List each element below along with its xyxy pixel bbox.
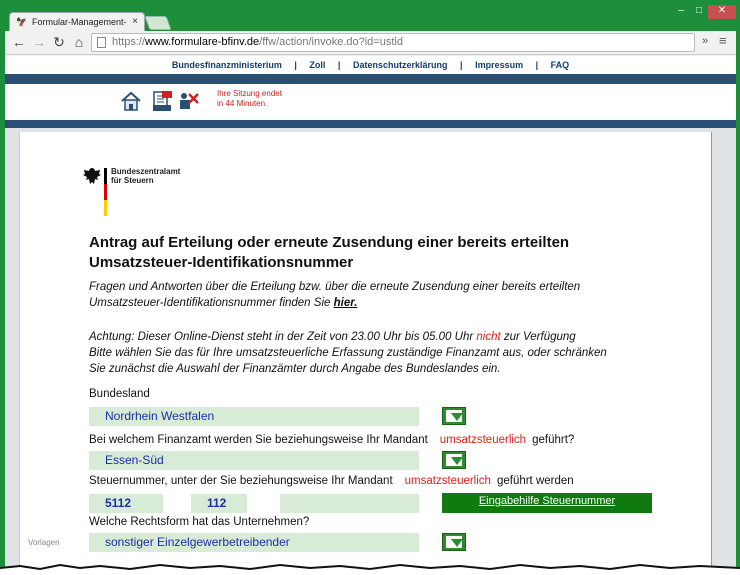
title-line-2: Umsatzsteuer-Identifikationsnummer: [89, 254, 354, 271]
steuernummer-label-after: geführt werden: [496, 475, 574, 487]
nav-separator: |: [535, 60, 539, 70]
steuernummer-label-text: Steuernummer, unter der Sie beziehungswe…: [89, 475, 393, 487]
german-flag-stripe: [104, 168, 107, 216]
overflow-chevron-icon[interactable]: »: [702, 35, 708, 47]
nav-separator: |: [337, 60, 341, 70]
intro-text: Fragen und Antworten über die Erteilung …: [89, 279, 689, 311]
header-band-bottom: [5, 120, 736, 128]
nav-link-zoll[interactable]: Zoll: [309, 60, 325, 70]
notice-after: zur Verfügung: [503, 331, 576, 343]
finanzamt-select[interactable]: Essen-Süd: [89, 451, 419, 470]
new-tab-button[interactable]: [144, 16, 172, 30]
notice-text: Achtung: Dieser Online-Dienst steht in d…: [89, 329, 689, 377]
faq-link[interactable]: hier.: [334, 297, 358, 309]
watermark-text: Vorlagen: [28, 538, 60, 547]
page-title: Antrag auf Erteilung oder erneute Zusend…: [89, 233, 689, 273]
steuernummer-part2-input[interactable]: 112: [191, 494, 247, 513]
eagle-favicon-icon: 🦅: [16, 17, 28, 27]
steuernummer-part1-input[interactable]: 5112: [89, 494, 163, 513]
logo-line-2: für Steuern: [111, 176, 154, 185]
steuernummer-part3-input[interactable]: [280, 494, 419, 513]
title-line-1: Antrag auf Erteilung oder erneute Zusend…: [89, 234, 570, 251]
notice-red-word: nicht: [476, 331, 501, 343]
url-host: www.formulare-bfinv.de: [145, 36, 260, 48]
nav-separator: |: [294, 60, 297, 70]
bundesland-dropdown-icon[interactable]: [442, 407, 466, 425]
steuernummer-label-red: umsatzsteuerlich: [404, 475, 491, 487]
minimize-icon[interactable]: –: [672, 5, 690, 19]
back-arrow-icon[interactable]: ←: [11, 34, 27, 50]
torn-edge: [0, 563, 740, 575]
browser-tab[interactable]: 🦅 Formular-Management-S ×: [9, 12, 145, 31]
bundesland-label: Bundesland: [89, 388, 150, 400]
agency-logo-text: Bundeszentralamt für Steuern: [111, 167, 180, 185]
notice-line-1: Achtung: Dieser Online-Dienst steht in d…: [89, 329, 689, 345]
notice-line-2: Bitte wählen Sie das für Ihre umsatzsteu…: [89, 347, 607, 359]
nav-link-faq[interactable]: FAQ: [551, 60, 570, 70]
home-nav-icon[interactable]: ⌂: [71, 34, 87, 50]
rechtsform-select[interactable]: sonstiger Einzelgewerbetreibender: [89, 533, 419, 552]
pdf-print-icon[interactable]: [151, 90, 173, 112]
maximize-icon[interactable]: □: [690, 5, 708, 19]
finanzamt-label: Bei welchem Finanzamt werden Sie beziehu…: [89, 434, 574, 446]
notice-line-3: Sie zunächst die Auswahl der Finanzämter…: [89, 363, 501, 375]
nav-separator: |: [460, 60, 463, 70]
browser-menu-icon[interactable]: ≡: [719, 33, 727, 48]
header-band-top: [5, 74, 736, 84]
page-icon: [97, 37, 106, 48]
session-line-1: Ihre Sitzung endet: [217, 89, 282, 98]
browser-toolbar: ← → ↻ ⌂ https://www.formulare-bfinv.de/f…: [5, 31, 736, 55]
home-icon[interactable]: [120, 90, 142, 112]
finanzamt-label-after: geführt?: [532, 434, 575, 446]
finanzamt-label-red: umsatzsteuerlich: [439, 434, 527, 446]
address-bar[interactable]: https://www.formulare-bfinv.de/ffw/actio…: [91, 33, 695, 52]
nav-link-impressum[interactable]: Impressum: [475, 60, 523, 70]
url-path: /ffw/action/invoke.do?id=ustid: [259, 36, 403, 48]
tab-strip: 🦅 Formular-Management-S × – □ ✕: [5, 5, 736, 31]
top-navigation: Bundesfinanzministerium | Zoll | Datensc…: [5, 56, 736, 74]
session-line-2: in 44 Minuten.: [217, 99, 268, 108]
nav-link-bundesfinanzministerium[interactable]: Bundesfinanzministerium: [172, 60, 282, 70]
rechtsform-dropdown-icon[interactable]: [442, 533, 466, 551]
finanzamt-label-text: Bei welchem Finanzamt werden Sie beziehu…: [89, 434, 428, 446]
steuernummer-label: Steuernummer, unter der Sie beziehungswe…: [89, 475, 574, 487]
tab-close-icon[interactable]: ×: [132, 16, 138, 27]
bundesland-select[interactable]: Nordrhein Westfalen: [89, 407, 419, 426]
window-close-icon[interactable]: ✕: [708, 5, 736, 19]
rechtsform-label: Welche Rechtsform hat das Unternehmen?: [89, 516, 310, 528]
url-scheme: https://: [112, 36, 146, 48]
window-controls: – □ ✕: [672, 5, 736, 19]
nav-link-datenschutz[interactable]: Datenschutzerklärung: [353, 60, 448, 70]
notice-before: Achtung: Dieser Online-Dienst steht in d…: [89, 331, 474, 343]
action-bar: Ihre Sitzung endet in 44 Minuten.: [5, 84, 736, 120]
steuernummer-help-button[interactable]: Eingabehilfe Steuernummer: [442, 493, 652, 513]
tab-title: Formular-Management-S: [32, 17, 127, 27]
session-timer: Ihre Sitzung endet in 44 Minuten.: [217, 89, 282, 109]
finanzamt-dropdown-icon[interactable]: [442, 451, 466, 469]
logo-line-1: Bundeszentralamt: [111, 167, 181, 176]
intro-line-1: Fragen und Antworten über die Erteilung …: [89, 281, 581, 293]
reload-icon[interactable]: ↻: [51, 34, 67, 50]
forward-arrow-icon[interactable]: →: [31, 34, 47, 50]
intro-line-2: Umsatzsteuer-Identifikationsnummer finde…: [89, 295, 689, 311]
federal-eagle-icon: [82, 166, 102, 188]
close-form-icon[interactable]: [176, 90, 199, 112]
intro-line-2-text: Umsatzsteuer-Identifikationsnummer finde…: [89, 297, 331, 309]
